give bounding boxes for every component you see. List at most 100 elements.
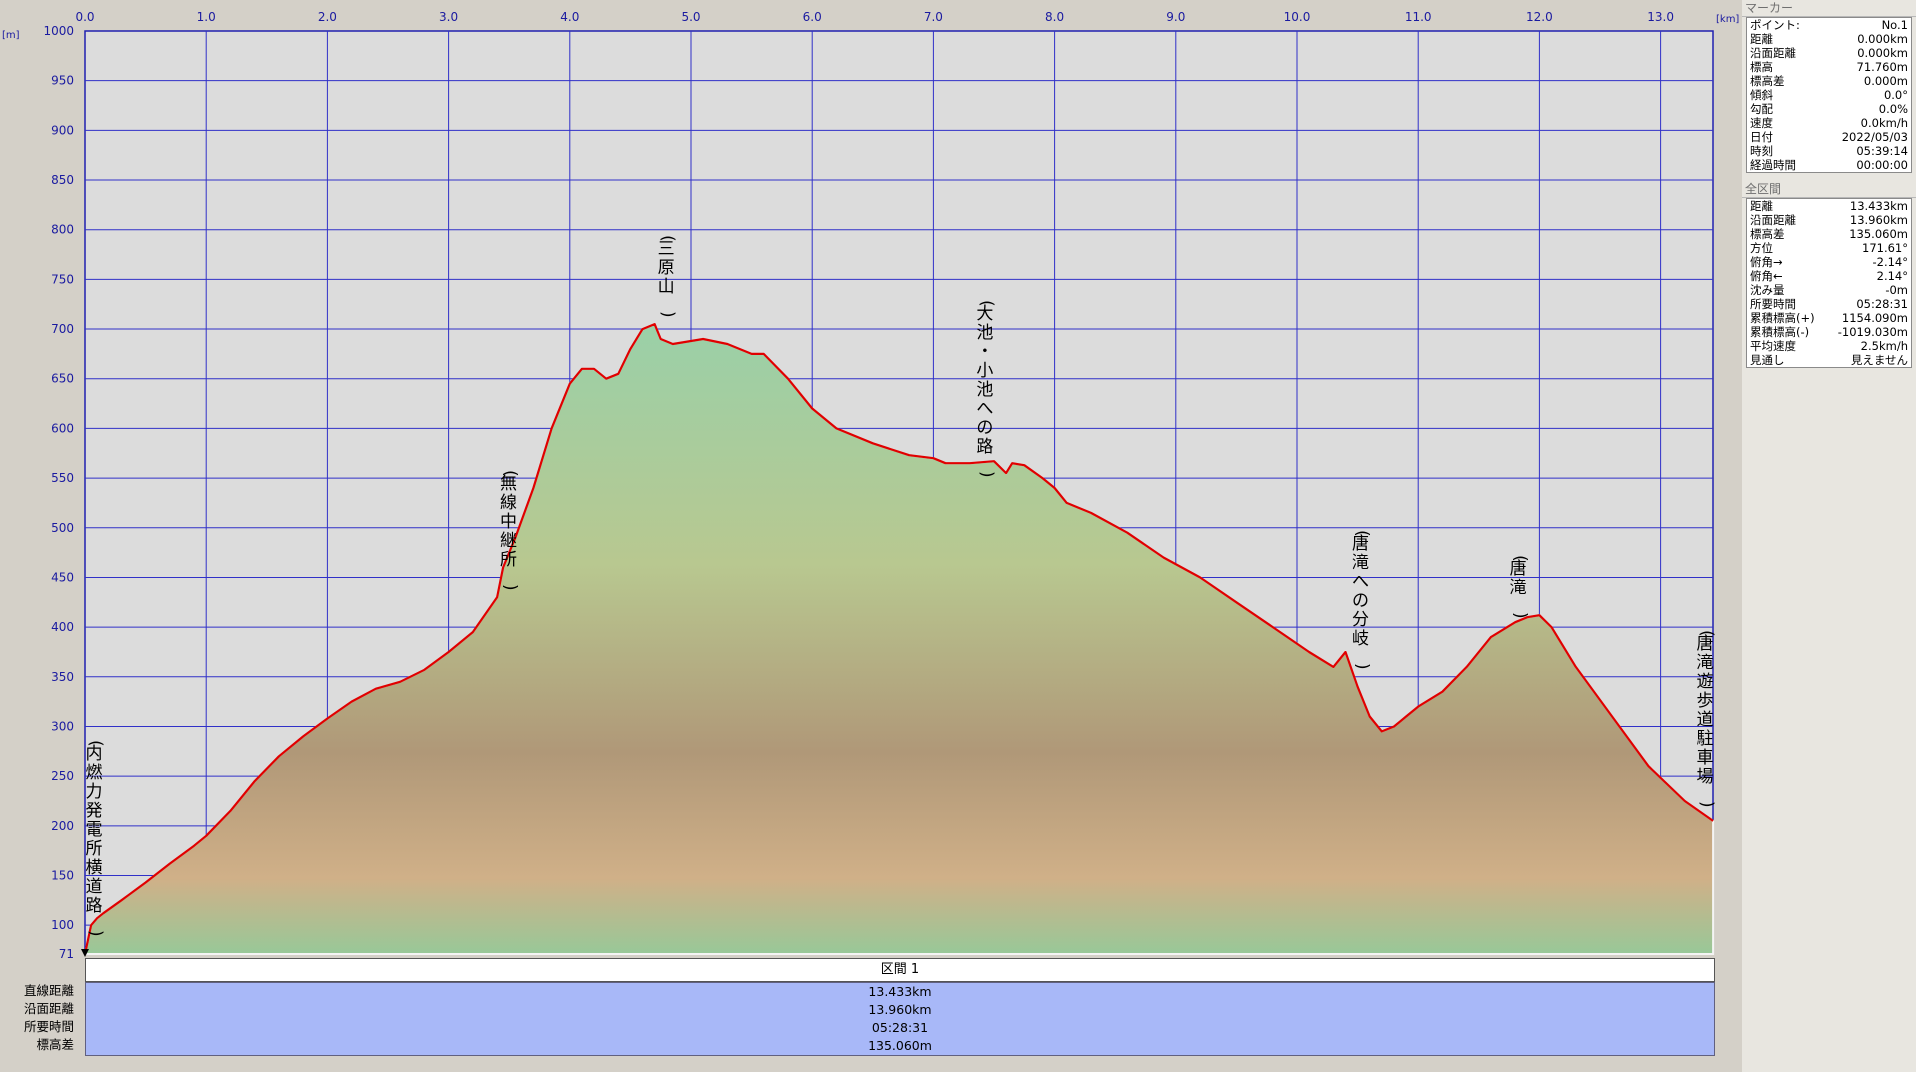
info-label: ポイント: [1750,18,1800,32]
info-value: -0m [1885,283,1908,297]
x-tick-label: 0.0 [75,10,94,24]
info-label: 累積標高(+) [1750,311,1815,325]
total-row: 平均速度 2.5km/h [1747,339,1912,353]
y-tick-label: 650 [51,372,74,386]
info-label: 俯角← [1750,269,1783,283]
elevation-chart: 0.0 1.0 2.0 3.0 4.0 5.0 6.0 7.0 8.0 9.0 10.0 11.0 12… [2,10,1739,961]
y-tick-label: 71 [59,947,74,961]
y-tick-label: 300 [51,719,74,733]
info-label: 見通し [1750,353,1785,367]
section-title[interactable]: 区間 1 [85,958,1715,982]
total-table: 距離 13.433km 沿面距離 13.960km 標高差 135.060m 方位 171.6… [1746,198,1912,368]
info-label: 所要時間 [1750,297,1796,311]
info-value: 1154.090m [1841,311,1908,325]
x-unit-label: [km] [1716,14,1739,25]
x-tick-label: 7.0 [924,10,943,24]
info-value: 13.433km [1849,199,1908,213]
info-value: 0.0km/h [1860,116,1908,130]
x-tick-label: 4.0 [560,10,579,24]
section-label: 標高差 [36,1037,74,1052]
info-panel: マーカー ポイント: No.1 距離 0.000km 沿面距離 0.000km 標高 71.7… [1742,0,1916,1072]
info-label: 標高差 [1750,74,1785,88]
marker-row: 傾斜 0.0° [1747,88,1912,102]
section-label: 直線距離 [23,983,74,998]
y-tick-label: 100 [51,918,74,932]
info-value: 2.14° [1876,269,1908,283]
y-tick-label: 250 [51,769,74,783]
info-label: 勾配 [1750,102,1773,116]
x-tick-label: 10.0 [1284,10,1311,24]
total-row: 距離 13.433km [1747,199,1912,214]
total-row: 所要時間 05:28:31 [1747,297,1912,311]
marker-table: ポイント: No.1 距離 0.000km 沿面距離 0.000km 標高 71.760m 標高… [1746,17,1912,173]
info-value: 0.000m [1863,74,1908,88]
y-tick-label: 1000 [43,24,74,38]
info-label: 累積標高(-) [1750,325,1810,339]
info-label: 標高 [1750,60,1773,74]
total-row: 俯角← 2.14° [1747,269,1912,283]
marker-row: 標高差 0.000m [1747,74,1912,88]
section-label: 所要時間 [23,1019,74,1034]
info-label: 速度 [1750,116,1773,130]
marker-row: 経過時間 00:00:00 [1747,158,1912,173]
x-tick-label: 9.0 [1166,10,1185,24]
marker-row: 速度 0.0km/h [1747,116,1912,130]
info-value: 71.760m [1856,60,1908,74]
x-tick-label: 5.0 [681,10,700,24]
total-row: 累積標高(-) -1019.030m [1747,325,1912,339]
x-tick-label: 3.0 [439,10,458,24]
x-tick-label: 13.0 [1647,10,1674,24]
x-tick-label: 6.0 [803,10,822,24]
info-value: 0.000km [1857,32,1908,46]
total-panel-header: 全区間 [1742,181,1916,198]
info-value: -1019.030m [1837,325,1908,339]
y-tick-label: 200 [51,819,74,833]
y-tick-label: 500 [51,521,74,535]
y-tick-label: 750 [51,272,74,286]
marker-row: 日付 2022/05/03 [1747,130,1912,144]
info-label: 俯角→ [1750,255,1783,269]
section-label: 沿面距離 [23,1001,74,1016]
total-row: 沿面距離 13.960km [1747,213,1912,227]
total-row: 見通し 見えません [1747,353,1912,368]
marker-row: 沿面距離 0.000km [1747,46,1912,60]
info-label: 標高差 [1750,227,1785,241]
x-tick-label: 12.0 [1526,10,1553,24]
info-value: 2022/05/03 [1841,130,1908,144]
section-value: 13.433km [868,984,932,999]
section-value: 135.060m [868,1038,932,1053]
total-row: 標高差 135.060m [1747,227,1912,241]
marker-row: 時刻 05:39:14 [1747,144,1912,158]
info-value: 135.060m [1849,227,1908,241]
x-tick-label: 1.0 [197,10,216,24]
info-value: 00:00:00 [1856,158,1908,172]
marker-row: ポイント: No.1 [1747,18,1912,33]
x-tick-label: 8.0 [1045,10,1064,24]
section-labels: 直線距離 沿面距離 所要時間 標高差 [0,982,80,1054]
info-label: 日付 [1750,130,1773,144]
info-label: 距離 [1750,32,1773,46]
x-tick-label: 2.0 [318,10,337,24]
total-row: 累積標高(+) 1154.090m [1747,311,1912,325]
section-values[interactable]: 13.433km 13.960km 05:28:31 135.060m [85,982,1715,1056]
info-value: 171.61° [1862,241,1908,255]
info-value: 05:28:31 [1856,297,1908,311]
info-label: 沈み量 [1750,283,1785,297]
info-label: 経過時間 [1750,158,1796,172]
marker-row: 勾配 0.0% [1747,102,1912,116]
info-value: 2.5km/h [1860,339,1908,353]
info-value: -2.14° [1872,255,1908,269]
y-tick-label: 850 [51,173,74,187]
total-row: 方位 171.61° [1747,241,1912,255]
section-value: 13.960km [868,1002,932,1017]
info-value: 0.0% [1878,102,1908,116]
info-label: 方位 [1750,241,1773,255]
y-tick-label: 900 [51,123,74,137]
info-label: 傾斜 [1750,88,1773,102]
total-row: 俯角→ -2.14° [1747,255,1912,269]
marker-row: 距離 0.000km [1747,32,1912,46]
info-value: 見えません [1850,353,1908,367]
marker-row: 標高 71.760m [1747,60,1912,74]
total-row: 沈み量 -0m [1747,283,1912,297]
y-tick-label: 150 [51,869,74,883]
